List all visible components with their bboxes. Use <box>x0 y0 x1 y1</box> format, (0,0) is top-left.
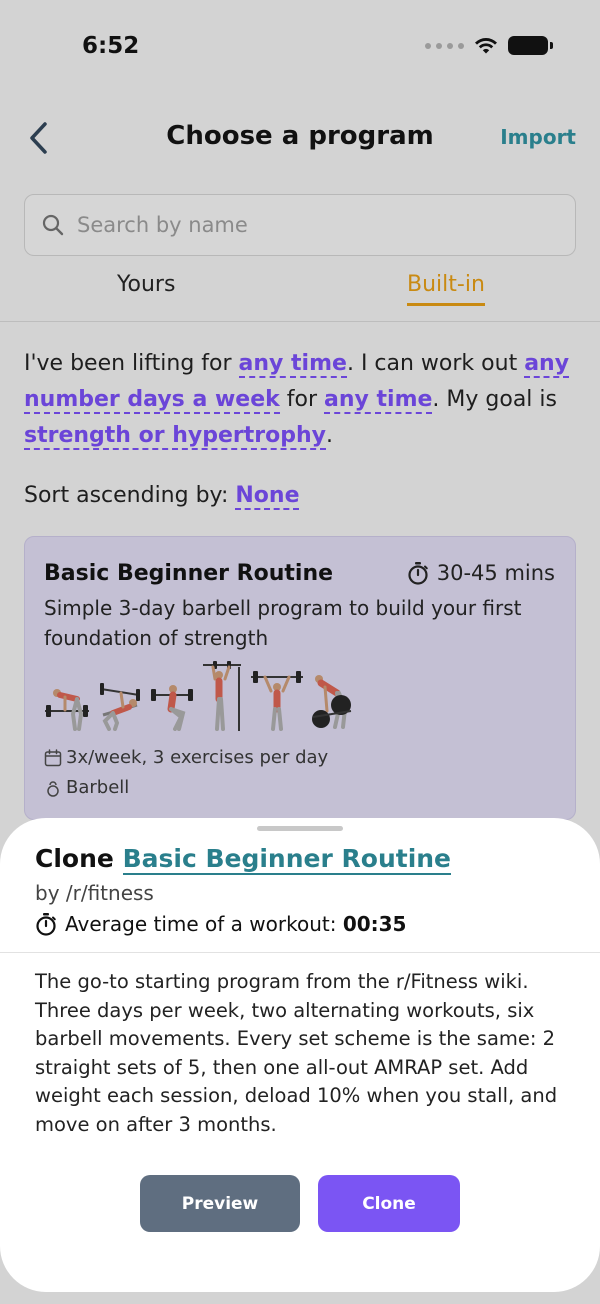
average-workout-time: Average time of a workout: 00:35 <box>35 912 406 936</box>
filter-text: for <box>279 387 324 412</box>
clone-button[interactable]: Clone <box>318 1175 460 1232</box>
filter-text: . My goal is <box>432 387 557 412</box>
import-button[interactable]: Import <box>500 125 576 149</box>
goal-filter[interactable]: strength or hypertrophy <box>24 423 327 450</box>
program-full-description: The go-to starting program from the r/Fi… <box>35 970 558 1136</box>
filter-sentence: I've been lifting for any time. I can wo… <box>24 346 580 454</box>
program-frequency: 3x/week, 3 exercises per day <box>44 747 328 768</box>
deadlift-icon <box>312 675 352 729</box>
program-card[interactable]: Basic Beginner Routine 30-45 mins Simple… <box>24 536 576 820</box>
clone-sheet: Clone Basic Beginner Routine by /r/fitne… <box>0 818 600 1292</box>
sheet-title: Clone Basic Beginner Routine <box>35 844 452 875</box>
nav-bar: Choose a program Import <box>0 108 600 168</box>
filter-text: . I can work out <box>346 351 525 376</box>
battery-icon <box>508 36 553 55</box>
search-input[interactable] <box>77 213 557 237</box>
preview-button[interactable]: Preview <box>140 1175 300 1232</box>
program-equipment: Barbell <box>44 777 129 798</box>
sort-selector[interactable]: None <box>235 483 300 510</box>
average-time-label: Average time of a workout: <box>65 912 343 936</box>
tab-bar: Yours Built-in <box>0 270 600 322</box>
sheet-program-link[interactable]: Basic Beginner Routine <box>122 844 452 875</box>
sheet-grabber[interactable] <box>257 826 343 831</box>
sheet-divider <box>0 952 600 953</box>
status-icons <box>425 36 553 55</box>
tab-built-in[interactable]: Built-in <box>407 272 485 306</box>
barbell-row-icon <box>45 689 89 731</box>
wifi-icon <box>475 38 497 54</box>
calendar-icon <box>44 748 62 766</box>
tab-yours[interactable]: Yours <box>117 272 175 297</box>
duration-filter[interactable]: any time <box>324 387 433 414</box>
program-duration-text: 30-45 mins <box>436 561 555 585</box>
program-duration: 30-45 mins <box>407 561 555 585</box>
average-time-value: 00:35 <box>342 912 407 936</box>
bench-press-icon <box>100 683 140 731</box>
search-box <box>24 194 576 256</box>
stopwatch-icon <box>36 913 56 936</box>
experience-filter[interactable]: any time <box>238 351 347 378</box>
program-frequency-text: 3x/week, 3 exercises per day <box>66 747 329 768</box>
sort-row: Sort ascending by: None <box>24 478 300 514</box>
status-bar: 6:52 <box>0 0 600 96</box>
cellular-icon <box>425 42 464 49</box>
program-title: Basic Beginner Routine <box>44 561 334 586</box>
sort-label: Sort ascending by: <box>24 483 236 508</box>
sheet-author: by /r/fitness <box>35 881 154 905</box>
kettlebell-icon <box>47 780 59 797</box>
exercise-thumbnails <box>43 661 357 731</box>
filter-text: . <box>326 423 334 448</box>
overhead-press-icon <box>203 661 241 731</box>
sheet-title-prefix: Clone <box>35 844 123 873</box>
stopwatch-icon <box>408 562 428 585</box>
program-description: Simple 3-day barbell program to build yo… <box>44 596 522 650</box>
search-icon <box>42 214 64 236</box>
squat-icon <box>151 685 193 731</box>
push-press-icon <box>251 671 303 731</box>
filter-text: I've been lifting for <box>24 351 239 376</box>
status-time: 6:52 <box>82 33 140 59</box>
program-equipment-text: Barbell <box>66 777 130 798</box>
